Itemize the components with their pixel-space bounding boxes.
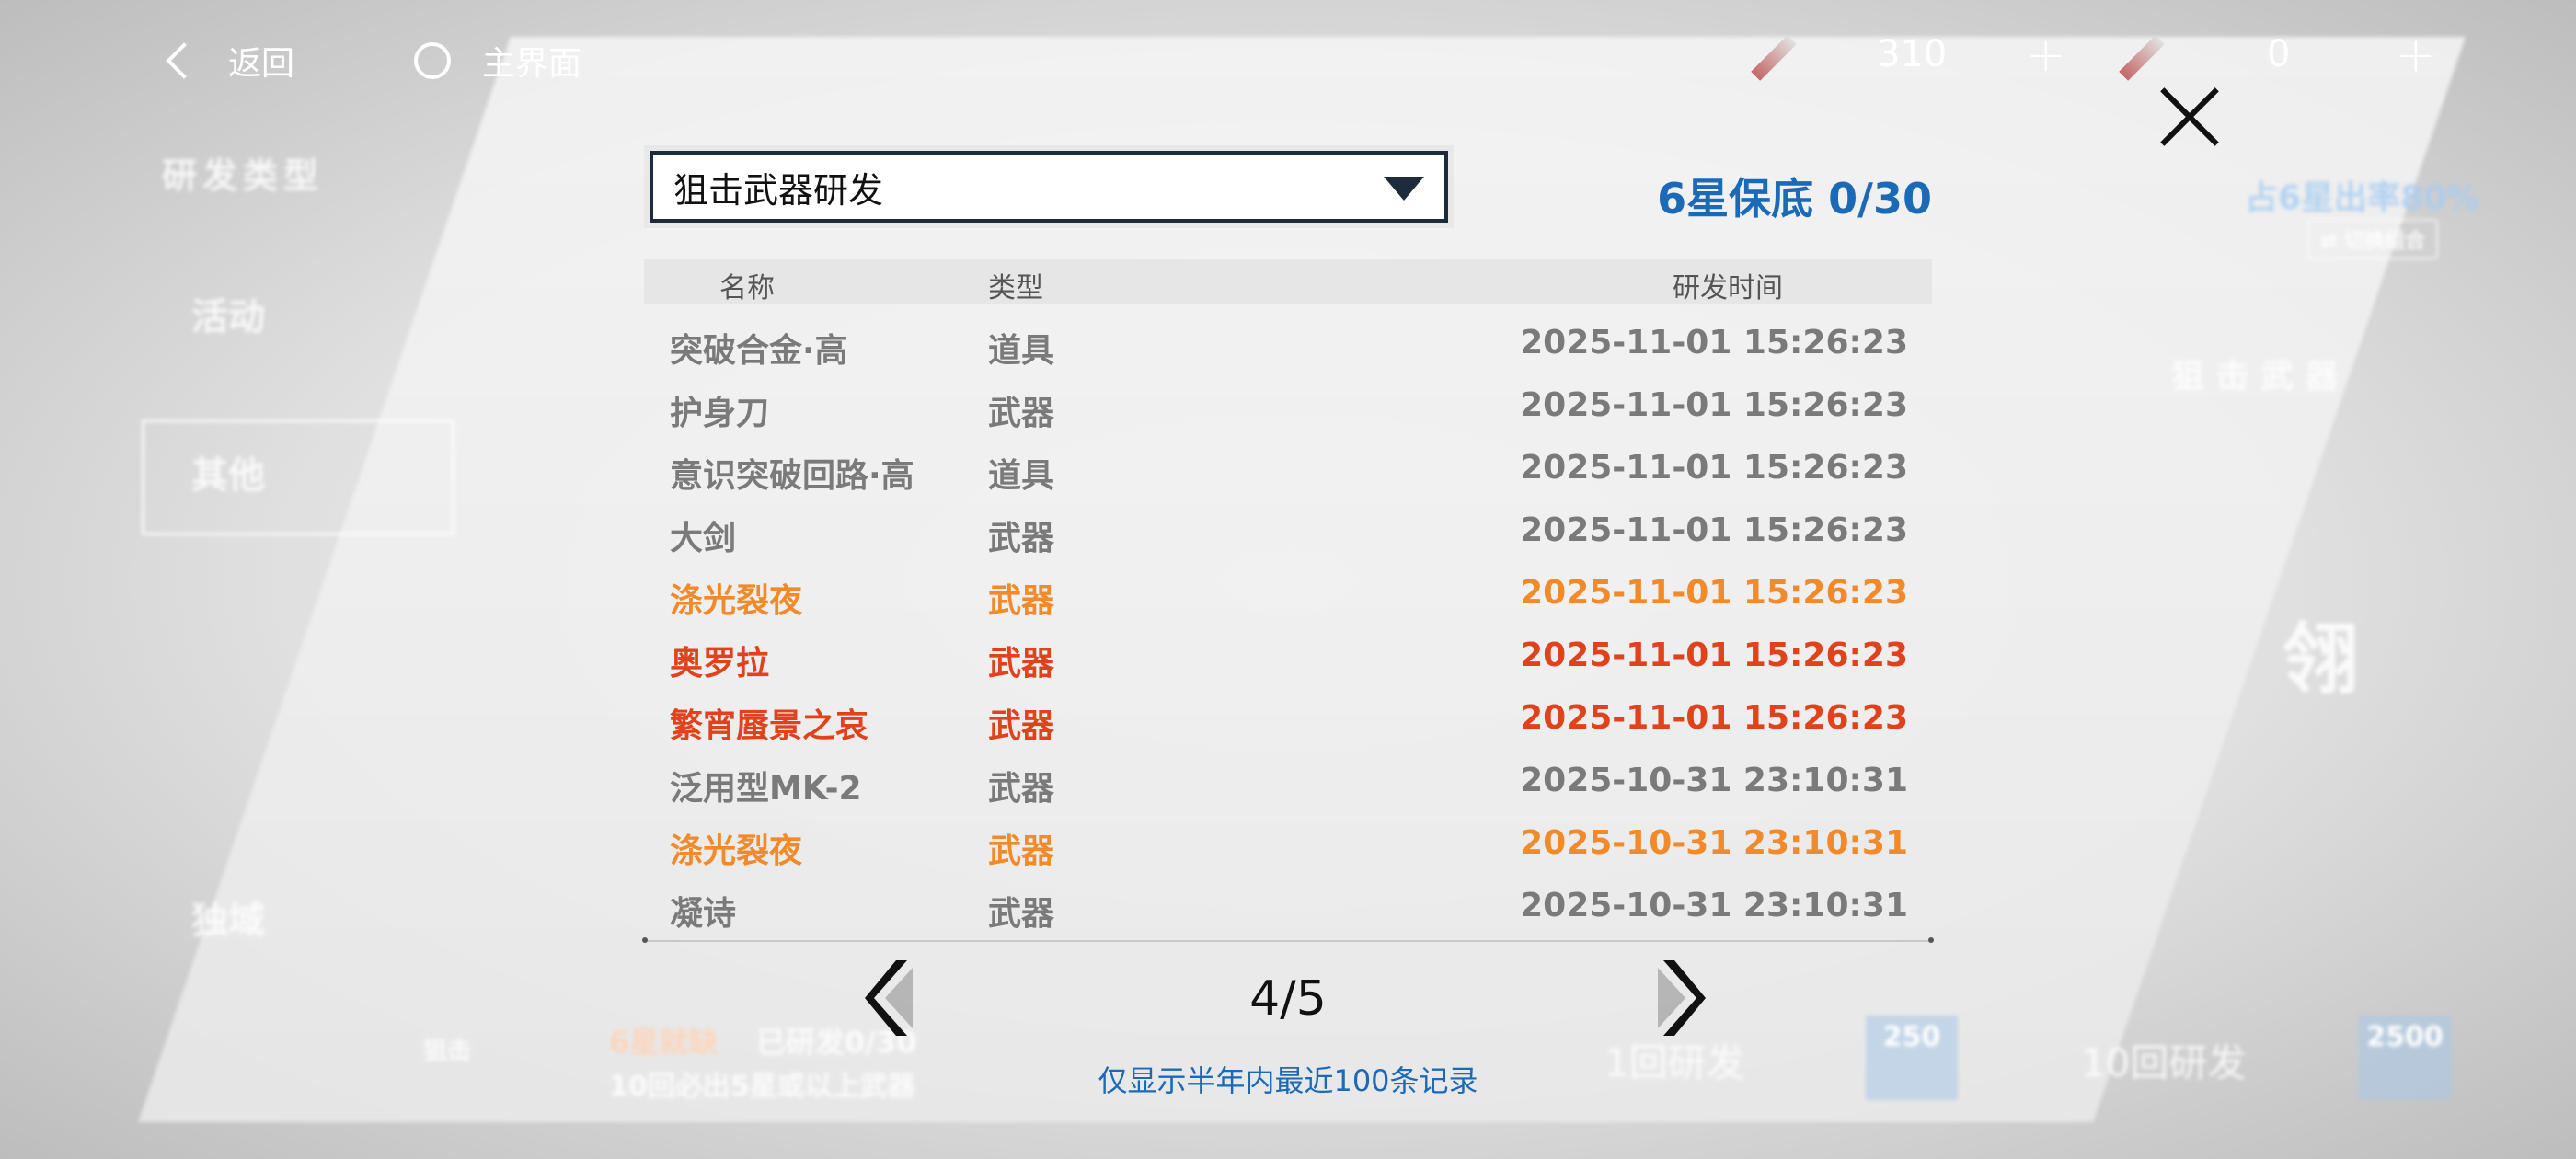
prev-page-button[interactable] [861,957,916,1039]
table-row: 泛用型MK-2 武器 2025-10-31 23:10:31 [644,752,1932,815]
row-type: 武器 [988,770,1055,808]
bg-tab-activity: 活动 [191,296,265,339]
row-type: 武器 [988,520,1055,557]
pity-counter: 6星保底 0/30 [1657,174,1932,224]
bg-tab-other-frame [142,419,454,535]
home-button[interactable]: 主界面 [414,37,581,85]
bg-pity-hint-a: 6星就缺 [609,1025,719,1060]
table-row: 意识突破回路·高 道具 2025-11-01 15:26:23 [644,440,1932,502]
row-name: 凝诗 [670,895,737,933]
row-name: 奥罗拉 [670,645,770,683]
bg-pity-hint-c: 10回必出5星或以上武器 [609,1071,915,1103]
column-time: 研发时间 [1673,272,1783,304]
row-type: 武器 [988,895,1055,933]
row-name: 护身刀 [670,395,770,432]
close-icon[interactable] [2153,81,2226,155]
column-type: 类型 [988,272,1043,304]
chevron-right-icon [1658,960,1706,1036]
page-indicator: 4/5 [1249,971,1327,1027]
chevron-left-icon [865,960,913,1036]
history-table: 突破合金·高 道具 2025-11-01 15:26:23 护身刀 武器 202… [644,315,1932,940]
home-circle-icon [414,42,451,79]
pool-select-value: 狙击武器研发 [673,169,884,211]
back-button[interactable]: 返回 [166,37,295,85]
row-time: 2025-11-01 15:26:23 [1520,699,1908,737]
table-row: 涤光裂夜 武器 2025-11-01 15:26:23 [644,565,1932,627]
row-type: 武器 [988,707,1055,745]
row-time: 2025-10-31 23:10:31 [1520,762,1908,799]
bg-ten-pull: 10回研发 [2081,1040,2247,1085]
row-time: 2025-11-01 15:26:23 [1520,324,1908,361]
resource1-add-button[interactable]: + [2026,31,2066,79]
bg-single-cost: 250 [1866,1016,1958,1100]
bg-single-pull: 1回研发 [1604,1040,1745,1085]
row-time: 2025-10-31 23:10:31 [1520,824,1908,862]
row-name: 意识突破回路·高 [670,457,914,495]
row-type: 武器 [988,645,1055,683]
row-type: 武器 [988,832,1055,870]
row-time: 2025-11-01 15:26:23 [1520,637,1908,674]
bg-weapon-banner: 狙 击 武 器 [2171,358,2339,396]
chevron-left-icon [166,42,202,79]
resource2-value: 0 [2267,33,2291,75]
row-name: 突破合金·高 [670,332,848,370]
bg-rate-text: 占6星出率80% [2245,179,2480,217]
row-name: 涤光裂夜 [670,832,803,870]
triangle-down-icon [1384,177,1424,201]
table-divider [642,937,1934,943]
column-name: 名称 [719,272,775,304]
table-row: 护身刀 武器 2025-11-01 15:26:23 [644,377,1932,440]
table-row: 凝诗 武器 2025-10-31 23:10:31 [644,878,1932,940]
row-name: 繁宵蜃景之哀 [670,707,869,745]
back-label: 返回 [228,45,295,83]
row-type: 道具 [988,332,1055,370]
table-row: 繁宵蜃景之哀 武器 2025-11-01 15:26:23 [644,690,1932,752]
resource2-add-button[interactable]: + [2396,31,2436,79]
next-page-button[interactable] [1654,957,1709,1039]
bg-small-label: 狙击 [423,1038,472,1065]
row-time: 2025-11-01 15:26:23 [1520,449,1908,487]
row-time: 2025-11-01 15:26:23 [1520,386,1908,424]
row-name: 大剑 [670,520,737,557]
home-label: 主界面 [482,45,582,83]
bg-ten-cost: 2500 [2359,1016,2451,1100]
row-time: 2025-10-31 23:10:31 [1520,887,1908,924]
bg-switch-button: ⇄ 切换组合 [2307,219,2439,259]
bg-tab-other: 其他 [191,454,265,497]
row-type: 武器 [988,582,1055,620]
row-type: 道具 [988,457,1055,495]
bg-category-title: 研发类型 [162,155,325,196]
history-footnote: 仅显示半年内最近100条记录 [1098,1063,1478,1098]
row-type: 武器 [988,395,1055,432]
table-row: 突破合金·高 道具 2025-11-01 15:26:23 [644,315,1932,377]
bg-banner-char: 翎 [2282,614,2360,705]
row-name: 涤光裂夜 [670,582,803,620]
bg-switch-label: 切换组合 [2344,230,2426,253]
row-name: 泛用型MK-2 [670,770,862,808]
row-time: 2025-11-01 15:26:23 [1520,511,1908,549]
row-time: 2025-11-01 15:26:23 [1520,574,1908,612]
table-header: 名称 类型 研发时间 [644,259,1932,304]
table-row: 涤光裂夜 武器 2025-10-31 23:10:31 [644,815,1932,878]
bg-tab-exclusive: 独域 [191,900,265,942]
pool-select-dropdown[interactable]: 狙击武器研发 [650,151,1448,223]
table-row: 大剑 武器 2025-11-01 15:26:23 [644,502,1932,565]
resource1-value: 310 [1877,33,1948,75]
table-row: 奥罗拉 武器 2025-11-01 15:26:23 [644,627,1932,690]
